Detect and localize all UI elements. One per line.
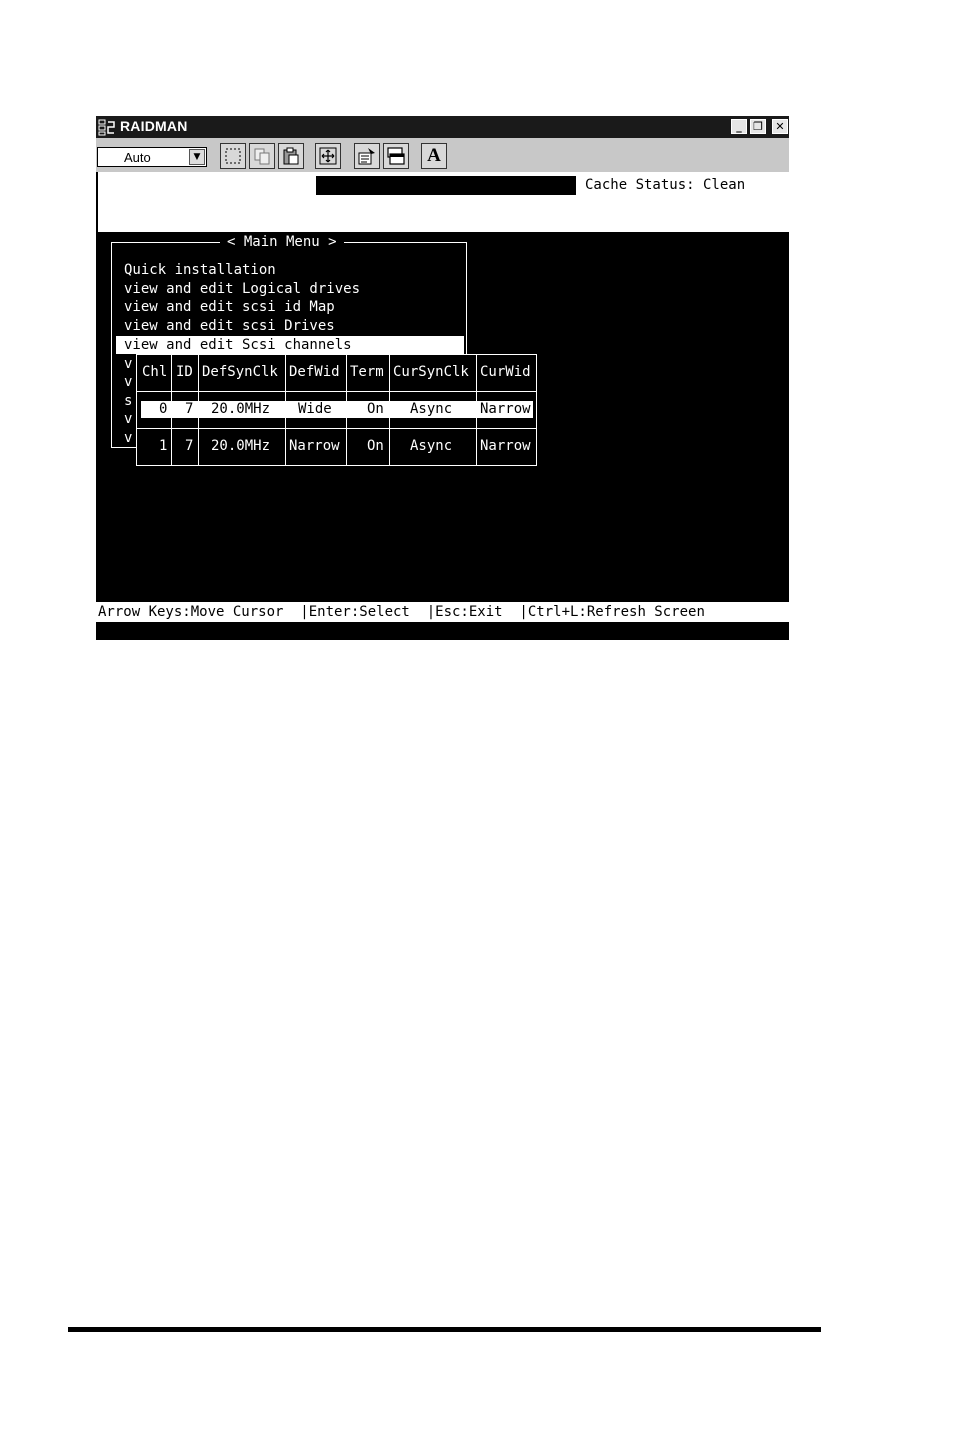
app-icon xyxy=(98,119,115,136)
side-letter: v xyxy=(124,411,133,427)
toolbar: Auto ▼ A xyxy=(96,138,789,172)
column-header-chl: Chl xyxy=(142,364,168,380)
table-row-selected[interactable] xyxy=(141,401,533,418)
table-row[interactable]: Narrow xyxy=(289,437,340,455)
table-row[interactable]: 20.0MHz xyxy=(211,400,270,418)
paste-icon xyxy=(283,147,299,165)
main-menu-title: < Main Menu > xyxy=(220,234,344,250)
font-icon: A xyxy=(427,145,441,166)
column-header-curwid: CurWid xyxy=(480,364,531,380)
menu-item-scsi-id-map[interactable]: view and edit scsi id Map xyxy=(124,298,335,316)
header-divider xyxy=(137,391,536,392)
select-rect-icon xyxy=(225,148,241,164)
table-row[interactable]: 7 xyxy=(185,437,193,455)
window-title: RAIDMAN xyxy=(120,118,188,134)
close-button[interactable]: ✕ xyxy=(772,119,788,134)
side-letter: s xyxy=(124,393,133,409)
minimize-button[interactable]: _ xyxy=(731,119,747,134)
table-row[interactable]: On xyxy=(367,437,384,455)
column-header-term: Term xyxy=(350,364,384,380)
page-footer-rule xyxy=(68,1327,821,1332)
status-black-bar xyxy=(316,176,576,195)
menu-item-scsi-drives[interactable]: view and edit scsi Drives xyxy=(124,317,335,335)
menu-item-logical-drives[interactable]: view and edit Logical drives xyxy=(124,280,360,298)
copy-icon xyxy=(254,148,270,165)
column-header-defwid: DefWid xyxy=(289,364,340,380)
properties-icon xyxy=(358,148,375,165)
column-header-defsynclk: DefSynClk xyxy=(202,364,278,380)
bottom-black-bar xyxy=(96,622,789,640)
background-icon xyxy=(387,147,405,165)
menu-item-scsi-channels[interactable]: view and edit Scsi channels xyxy=(116,336,464,354)
column-header-id: ID xyxy=(176,364,193,380)
font-button[interactable]: A xyxy=(421,143,447,169)
table-row[interactable]: Wide xyxy=(298,400,332,418)
cache-status: Cache Status: Clean xyxy=(585,177,746,193)
column-header-cursynclk: CurSynClk xyxy=(393,364,469,380)
select-rect-button[interactable] xyxy=(220,143,246,169)
row-divider xyxy=(137,428,536,429)
font-size-combo-value: Auto xyxy=(124,150,151,165)
title-bar[interactable]: RAIDMAN _ ❐ ✕ xyxy=(96,116,789,138)
terminal-screen: < Main Menu > Quick installation view an… xyxy=(96,232,789,602)
copy-button[interactable] xyxy=(249,143,275,169)
table-row[interactable]: Narrow xyxy=(480,437,531,455)
menu-item-quick-installation[interactable]: Quick installation xyxy=(124,261,276,279)
background-button[interactable] xyxy=(383,143,409,169)
side-letter: v xyxy=(124,430,133,446)
side-letter: v xyxy=(124,374,133,390)
fullscreen-button[interactable] xyxy=(315,143,341,169)
properties-button[interactable] xyxy=(354,143,380,169)
table-row[interactable]: 0 xyxy=(159,400,167,418)
side-letter: v xyxy=(124,356,133,372)
table-row[interactable]: Async xyxy=(410,400,452,418)
help-bar: Arrow Keys:Move Cursor |Enter:Select |Es… xyxy=(96,602,789,622)
channel-table: Chl ID DefSynClk DefWid Term CurSynClk C… xyxy=(136,354,537,466)
chevron-down-icon[interactable]: ▼ xyxy=(189,149,205,165)
help-text: Arrow Keys:Move Cursor |Enter:Select |Es… xyxy=(98,604,705,620)
table-row[interactable]: On xyxy=(367,400,384,418)
table-row[interactable]: 1 xyxy=(159,437,167,455)
fullscreen-icon xyxy=(319,147,337,165)
paste-button[interactable] xyxy=(278,143,304,169)
raidman-window: RAIDMAN _ ❐ ✕ Auto ▼ A Cache Status: Cle… xyxy=(96,116,789,640)
table-row[interactable]: 7 xyxy=(185,400,193,418)
status-area: Cache Status: Clean xyxy=(96,172,789,232)
table-row[interactable]: Narrow xyxy=(480,400,531,418)
restore-button[interactable]: ❐ xyxy=(750,119,766,134)
table-row[interactable]: Async xyxy=(410,437,452,455)
table-row[interactable]: 20.0MHz xyxy=(211,437,270,455)
font-size-combo[interactable]: Auto ▼ xyxy=(97,147,207,167)
